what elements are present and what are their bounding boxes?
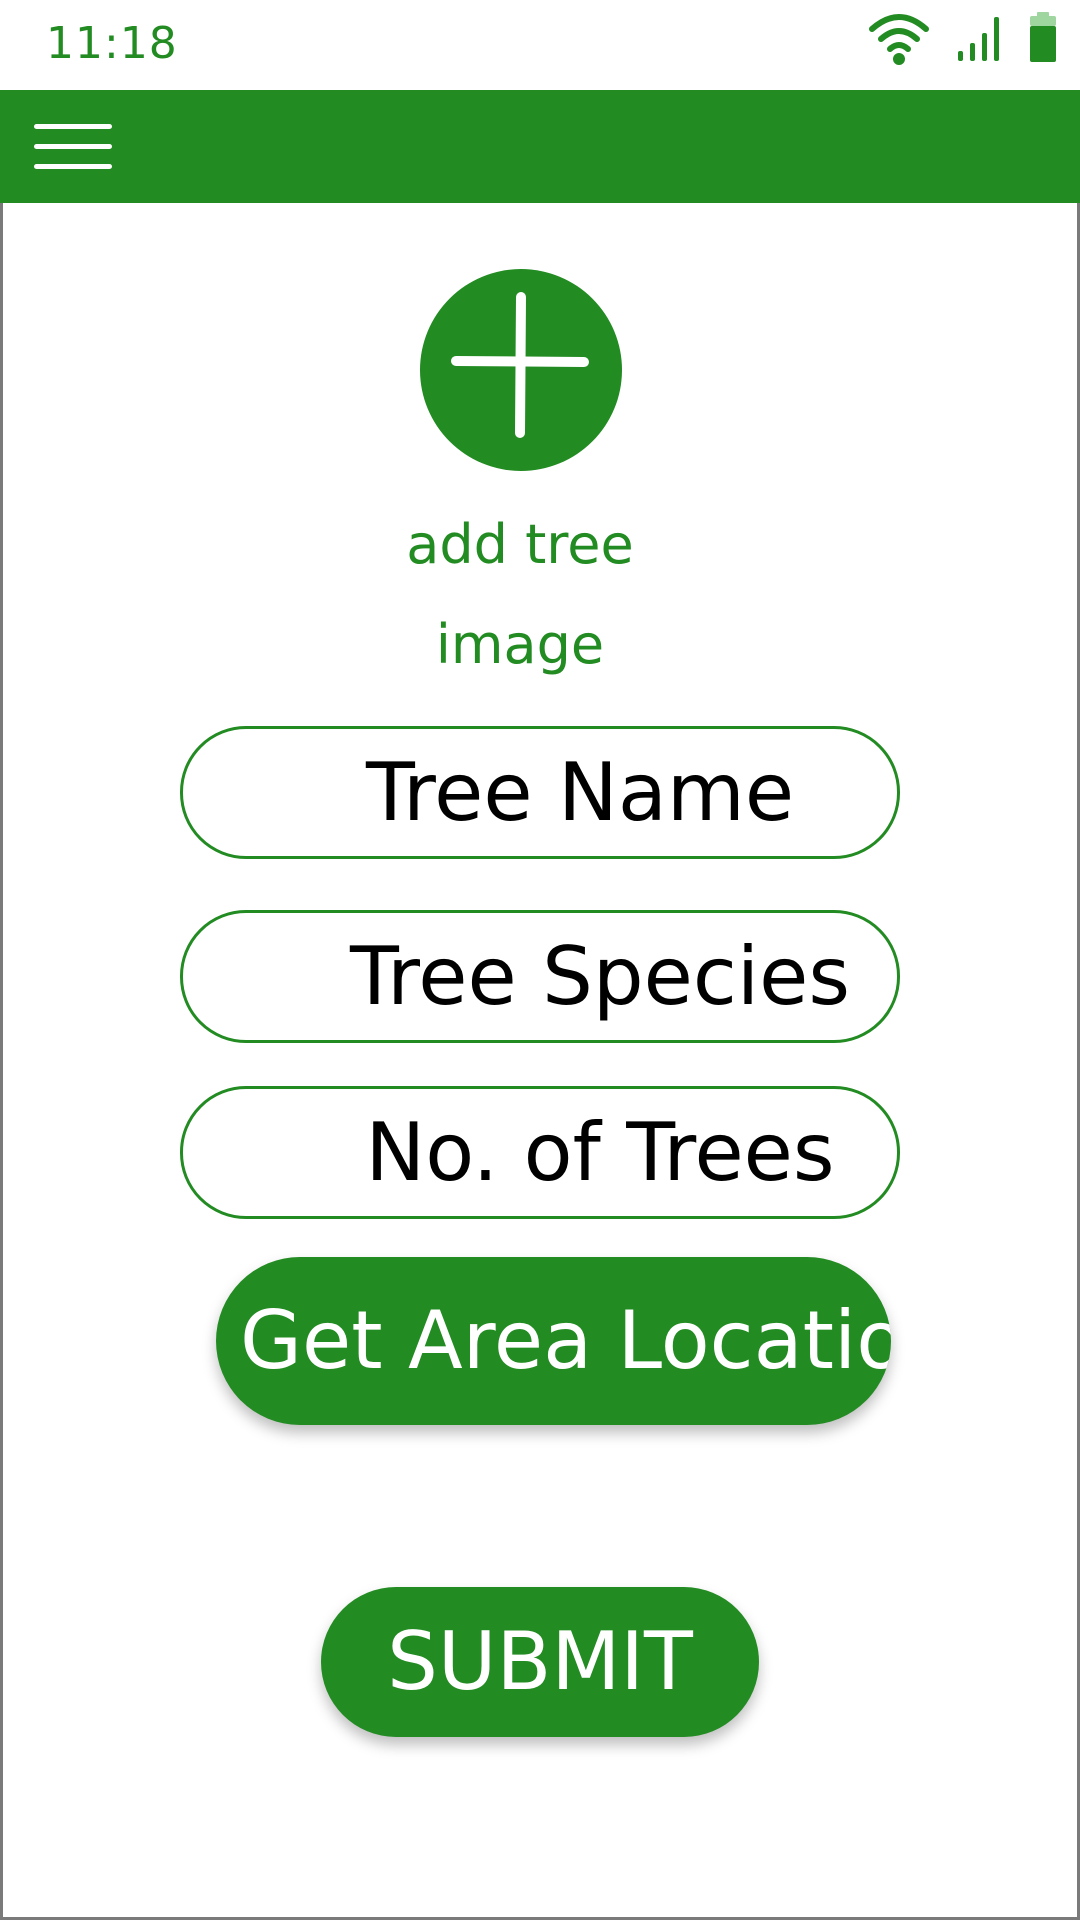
tree-species-field[interactable]: Tree Species <box>180 910 900 1043</box>
get-location-button[interactable]: Get Area Location <box>216 1257 891 1425</box>
submit-button[interactable]: SUBMIT <box>321 1587 759 1737</box>
status-time: 11:18 <box>46 18 178 69</box>
status-icons <box>868 11 1058 70</box>
cellular-signal-icon <box>956 13 1002 68</box>
battery-icon <box>1028 11 1058 69</box>
hamburger-menu-icon <box>30 124 120 180</box>
add-image-button[interactable] <box>420 269 622 471</box>
app-bar <box>0 90 1080 203</box>
tree-count-field[interactable]: No. of Trees <box>180 1086 900 1219</box>
add-image-label[interactable]: add tree image <box>340 495 700 695</box>
tree-name-field[interactable]: Tree Name <box>180 726 900 859</box>
plus-icon <box>420 269 622 471</box>
status-bar: 11:18 <box>0 0 1080 90</box>
menu-button[interactable] <box>30 118 120 176</box>
wifi-icon <box>868 11 930 70</box>
